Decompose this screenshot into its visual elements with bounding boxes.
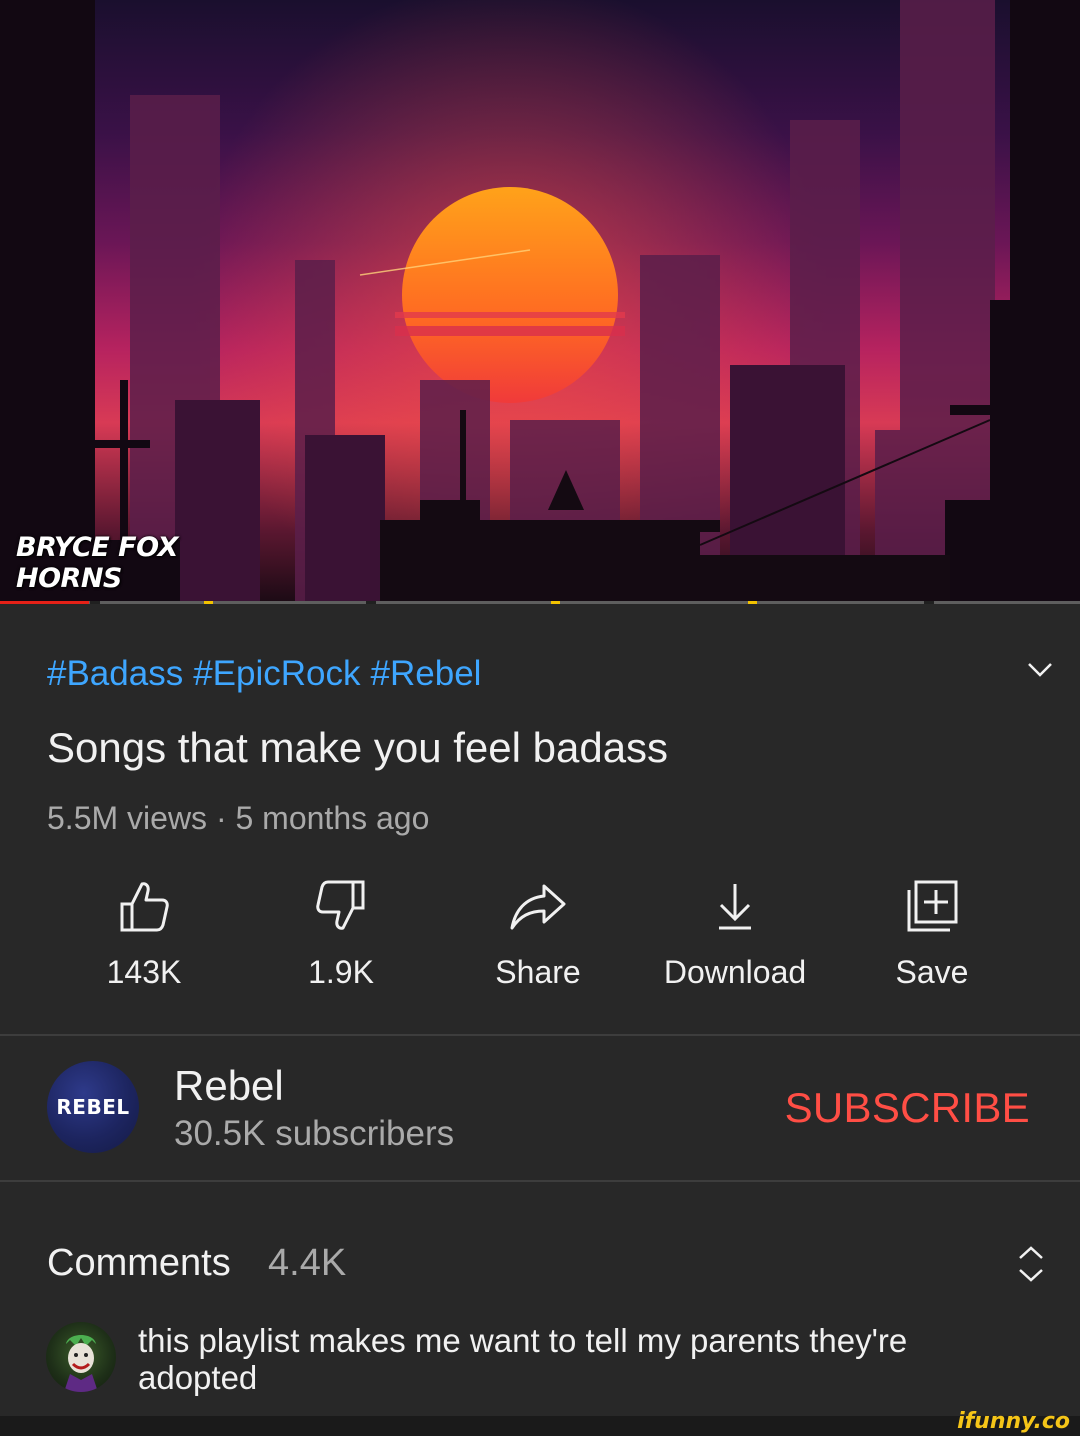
hashtag-link[interactable]: #Rebel bbox=[371, 654, 482, 693]
like-count: 143K bbox=[106, 954, 182, 990]
add-to-playlist-icon bbox=[907, 880, 958, 932]
video-player[interactable]: BRYCE FOX HORNS bbox=[0, 0, 1080, 604]
chevron-down-icon[interactable] bbox=[1024, 654, 1056, 686]
subscriber-count: 30.5K subscribers bbox=[174, 1114, 455, 1153]
video-meta: 5.5M views · 5 months ago bbox=[47, 800, 430, 836]
channel-avatar-text: REBEL bbox=[56, 1095, 130, 1119]
chapter-marker bbox=[551, 601, 560, 604]
watermark-logo: ifunny.co bbox=[957, 1409, 1070, 1434]
hashtag-link[interactable]: #Badass bbox=[47, 654, 183, 693]
divider bbox=[0, 1180, 1080, 1182]
like-button[interactable]: 143K bbox=[54, 878, 234, 991]
thumbs-up-icon bbox=[120, 882, 169, 932]
video-overlay-text: BRYCE FOX HORNS bbox=[16, 532, 178, 594]
joker-avatar-icon bbox=[64, 1335, 98, 1392]
hashtag-link[interactable]: #EpicRock bbox=[193, 654, 360, 693]
save-button[interactable]: Save bbox=[842, 878, 1022, 991]
thumbs-down-icon bbox=[316, 880, 365, 930]
save-label: Save bbox=[895, 954, 969, 990]
subscribe-button[interactable]: SUBSCRIBE bbox=[785, 1084, 1030, 1132]
chapter-divider bbox=[366, 601, 376, 604]
overlay-artist: BRYCE FOX bbox=[16, 532, 178, 563]
share-button[interactable]: Share bbox=[448, 878, 628, 991]
channel-name[interactable]: Rebel bbox=[174, 1062, 284, 1110]
chapter-marker bbox=[204, 601, 213, 604]
share-arrow-icon bbox=[510, 884, 566, 930]
chapter-divider bbox=[90, 601, 100, 604]
channel-avatar[interactable]: REBEL bbox=[47, 1061, 139, 1153]
dislike-count: 1.9K bbox=[308, 954, 374, 990]
dislike-button[interactable]: 1.9K bbox=[251, 878, 431, 991]
comments-count: 4.4K bbox=[268, 1242, 347, 1284]
progress-bar-fill bbox=[0, 601, 89, 604]
divider bbox=[0, 1034, 1080, 1036]
download-button[interactable]: Download bbox=[645, 878, 825, 991]
comments-header[interactable]: Comments bbox=[47, 1242, 231, 1285]
video-title[interactable]: Songs that make you feel badass bbox=[47, 724, 668, 772]
bottom-bar bbox=[0, 1416, 1080, 1436]
hashtag-list: #Badass #EpicRock #Rebel bbox=[47, 654, 491, 694]
expand-collapse-icon[interactable] bbox=[1014, 1242, 1048, 1286]
commenter-avatar[interactable] bbox=[46, 1322, 116, 1392]
action-bar: 143K 1.9K Share Download Save bbox=[0, 878, 1080, 1008]
chapter-divider bbox=[924, 601, 934, 604]
video-thumbnail-scene bbox=[0, 0, 1080, 604]
download-label: Download bbox=[663, 954, 807, 990]
download-icon bbox=[719, 884, 751, 930]
share-label: Share bbox=[495, 954, 581, 990]
chapter-marker bbox=[748, 601, 757, 604]
overlay-song: HORNS bbox=[16, 563, 122, 594]
comment-text[interactable]: this playlist makes me want to tell my p… bbox=[138, 1322, 1018, 1396]
progress-bar[interactable] bbox=[0, 601, 1080, 604]
